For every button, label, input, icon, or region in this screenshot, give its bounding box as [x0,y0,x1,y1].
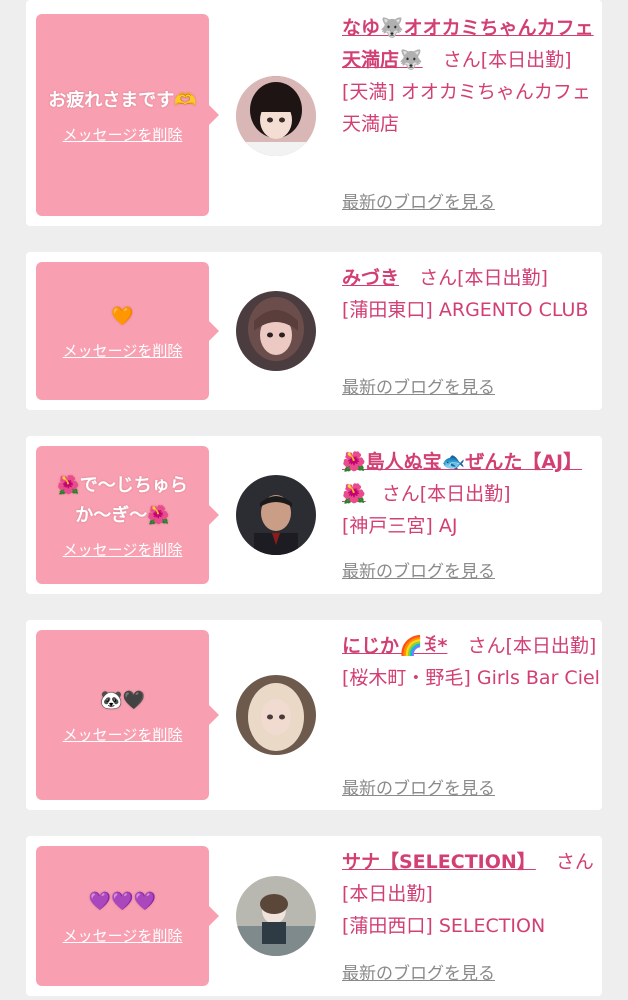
attendance-status: [本日出勤] [457,267,548,289]
message-bubble: お疲れさまです🫶 メッセージを削除 [36,14,219,216]
latest-blog-link[interactable]: 最新のブログを見る [342,557,495,582]
attendance-status: [本日出勤] [505,635,597,657]
message-text: お疲れさまです🫶 [48,89,197,111]
honorific: さん [381,483,420,505]
latest-blog-link[interactable]: 最新のブログを見る [342,373,495,398]
honorific: さん [419,267,458,289]
avatar[interactable] [236,876,316,956]
shop-name: [天満] オオカミちゃんカフェ天満店 [342,81,591,135]
latest-blog-link[interactable]: 最新のブログを見る [342,188,495,213]
delete-message-link[interactable]: メッセージを削除 [63,925,183,946]
cast-info: みづき さん[本日出勤] [蒲田東口] ARGENTO CLUB [342,262,600,326]
avatar[interactable] [236,475,316,555]
shop-name: [神戸三宮] AJ [342,515,458,537]
attendance-status: [本日出勤] [480,49,572,71]
shop-name: [桜木町・野毛] Girls Bar Ciel [342,667,600,689]
delete-message-link[interactable]: メッセージを削除 [63,539,183,560]
cast-card: 🐼🖤 メッセージを削除 にじか🌈ꉂ* さん[本日出勤] [桜木町・野毛] Gir… [26,620,602,810]
avatar-image [236,76,316,156]
message-bubble: 🌺で〜じちゅらか〜ぎ〜🌺 メッセージを削除 [36,446,219,584]
latest-blog-link[interactable]: 最新のブログを見る [342,959,495,984]
cast-info: なゆ🐺オオカミちゃんカフェ天満店🐺 さん[本日出勤] [天満] オオカミちゃんカ… [342,12,600,140]
attendance-status: [本日出勤] [419,483,511,505]
cast-info: 🌺島人ぬ宝🐟ぜんた【AJ】🌺 さん[本日出勤] [神戸三宮] AJ [342,446,600,542]
avatar[interactable] [236,76,316,156]
delete-message-link[interactable]: メッセージを削除 [63,124,183,145]
message-bubble: 🧡 メッセージを削除 [36,262,219,400]
avatar[interactable] [236,675,316,755]
cast-info: サナ【SELECTION】 さん [本日出勤] [蒲田西口] SELECTION [342,846,600,942]
avatar-image [236,475,316,555]
cast-card: 🧡 メッセージを削除 みづき さん[本日出勤] [蒲田東口] ARGENTO C… [26,252,602,410]
cast-card: 💜💜💜 メッセージを削除 サナ【SELECTION】 さん [本日出勤] [蒲田西… [26,836,602,996]
delete-message-link[interactable]: メッセージを削除 [63,340,183,361]
attendance-status: [本日出勤] [342,883,433,905]
avatar-image [236,675,316,755]
message-text: 🌺で〜じちゅらか〜ぎ〜🌺 [57,474,188,526]
avatar[interactable] [236,291,316,371]
cast-card: 🌺で〜じちゅらか〜ぎ〜🌺 メッセージを削除 🌺島人ぬ宝🐟ぜんた【AJ】🌺 さん[… [26,436,602,594]
message-text: 💜💜💜 [88,890,157,912]
message-text: 🧡 [111,305,134,327]
message-text: 🐼🖤 [100,689,145,711]
avatar-image [236,876,316,956]
cast-card: お疲れさまです🫶 メッセージを削除 なゆ🐺オオカミちゃんカフェ天満店🐺 さん[本… [26,0,602,226]
avatar-image [236,291,316,371]
honorific: さん [467,635,506,657]
delete-message-link[interactable]: メッセージを削除 [63,724,183,745]
shop-name: [蒲田西口] SELECTION [342,915,546,937]
cast-info: にじか🌈ꉂ* さん[本日出勤] [桜木町・野毛] Girls Bar Ciel [342,630,600,694]
cast-name-link[interactable]: にじか🌈ꉂ* [342,635,447,657]
cast-name-link[interactable]: サナ【SELECTION】 [342,851,536,873]
honorific: さん [555,851,594,873]
cast-name-link[interactable]: みづき [342,267,399,289]
honorific: さん [442,49,481,71]
message-bubble: 💜💜💜 メッセージを削除 [36,846,219,986]
message-bubble: 🐼🖤 メッセージを削除 [36,630,219,800]
latest-blog-link[interactable]: 最新のブログを見る [342,774,495,799]
shop-name: [蒲田東口] ARGENTO CLUB [342,299,589,321]
